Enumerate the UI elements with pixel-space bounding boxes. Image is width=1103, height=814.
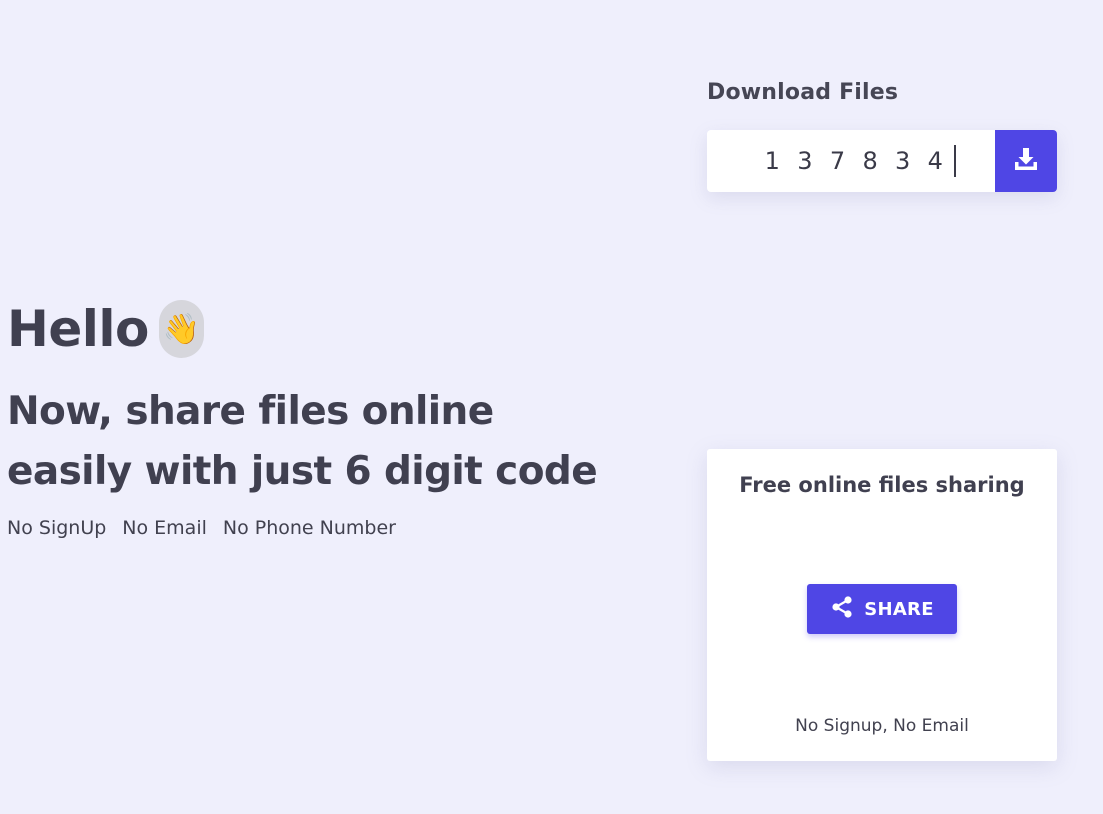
page-headline: Now, share files online easily with just… xyxy=(7,382,607,502)
code-digit: 8 xyxy=(862,147,878,175)
download-code-input[interactable]: 1 3 7 8 3 4 xyxy=(707,130,995,192)
share-card-footer: No Signup, No Email xyxy=(795,716,969,736)
code-digit: 1 xyxy=(764,147,780,175)
greeting-row: Hello 👋 xyxy=(7,300,204,358)
download-button[interactable] xyxy=(995,130,1057,192)
share-icon xyxy=(830,595,854,624)
text-caret xyxy=(953,145,956,177)
headline-line-1: Now, share files online xyxy=(7,389,494,434)
share-card-title: Free online files sharing xyxy=(739,473,1025,497)
code-digit: 4 xyxy=(927,147,943,175)
waving-hand-icon: 👋 xyxy=(158,300,204,358)
share-card: Free online files sharing SHARE No Signu… xyxy=(707,449,1057,761)
page: Download Files 1 3 7 8 3 4 Hello 👋 Now, … xyxy=(0,0,1103,814)
headline-line-2: easily with just 6 digit code xyxy=(7,449,598,494)
download-icon xyxy=(1013,146,1039,176)
feature-list: No SignUp No Email No Phone Number xyxy=(7,517,396,539)
greeting-text: Hello xyxy=(7,300,149,358)
download-code-box: 1 3 7 8 3 4 xyxy=(707,130,1057,192)
code-digit: 7 xyxy=(829,147,846,175)
share-button-label: SHARE xyxy=(864,598,934,620)
feature-no-signup: No SignUp xyxy=(7,517,107,539)
code-digit: 3 xyxy=(797,147,813,175)
feature-no-phone: No Phone Number xyxy=(222,517,396,539)
download-files-heading: Download Files xyxy=(707,80,899,105)
code-digit: 3 xyxy=(895,147,911,175)
share-button[interactable]: SHARE xyxy=(807,584,957,634)
feature-no-email: No Email xyxy=(122,517,207,539)
